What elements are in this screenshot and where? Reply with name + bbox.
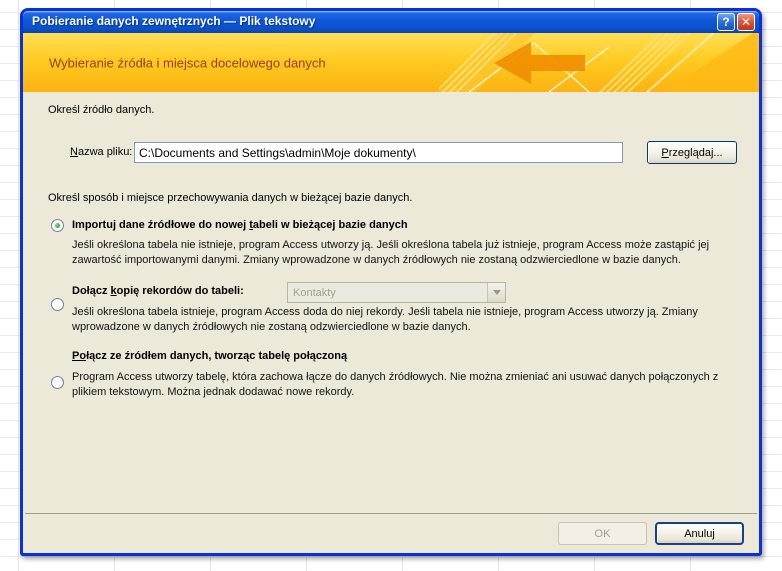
browse-button[interactable]: Przeglądaj... bbox=[647, 141, 737, 164]
radio-import-new-table[interactable] bbox=[51, 219, 64, 232]
wizard-header: Wybieranie źródła i miejsca docelowego d… bbox=[23, 33, 759, 92]
header-decoration bbox=[439, 33, 759, 92]
source-instruction: Określ źródło danych. bbox=[48, 104, 155, 116]
radio-selected-dot bbox=[55, 223, 60, 228]
dropdown-arrow-button bbox=[487, 283, 505, 302]
window-title: Pobieranie danych zewnętrznych — Plik te… bbox=[32, 14, 316, 28]
dialog-body: Określ źródło danych. Nazwa pliku: Przeg… bbox=[23, 92, 759, 553]
import-wizard-dialog: Pobieranie danych zewnętrznych — Plik te… bbox=[20, 8, 762, 556]
file-name-label: Nazwa pliku: bbox=[70, 146, 133, 158]
radio-link-table-label[interactable]: Połącz ze źródłem danych, tworząc tabelę… bbox=[72, 350, 347, 362]
radio-link-table-description: Program Access utworzy tabelę, która zac… bbox=[72, 371, 719, 398]
radio-append-records[interactable] bbox=[51, 298, 64, 311]
chevron-down-icon bbox=[492, 290, 501, 295]
footer-separator bbox=[25, 513, 757, 514]
radio-append-records-description: Jeśli określona tabela istnieje, program… bbox=[72, 306, 698, 333]
help-icon: ? bbox=[722, 15, 730, 29]
help-button[interactable]: ? bbox=[717, 13, 735, 31]
cancel-button[interactable]: Anuluj bbox=[655, 522, 744, 545]
radio-append-records-label[interactable]: Dołącz kopię rekordów do tabeli: bbox=[72, 285, 244, 297]
radio-import-new-table-description: Jeśli określona tabela nie istnieje, pro… bbox=[72, 239, 710, 266]
radio-import-new-table-label[interactable]: Importuj dane źródłowe do nowej tabeli w… bbox=[72, 219, 408, 231]
wizard-step-title: Wybieranie źródła i miejsca docelowego d… bbox=[49, 55, 326, 70]
file-path-input[interactable] bbox=[134, 142, 623, 163]
title-bar[interactable]: Pobieranie danych zewnętrznych — Plik te… bbox=[23, 11, 759, 33]
table-select-value: Kontakty bbox=[293, 286, 336, 299]
close-icon: ✕ bbox=[740, 15, 752, 29]
close-button[interactable]: ✕ bbox=[737, 13, 755, 31]
ok-button: OK bbox=[558, 522, 647, 545]
table-select-dropdown: Kontakty bbox=[287, 282, 506, 303]
radio-link-table[interactable] bbox=[51, 376, 64, 389]
destination-instruction: Określ sposób i miejsce przechowywania d… bbox=[48, 192, 413, 204]
